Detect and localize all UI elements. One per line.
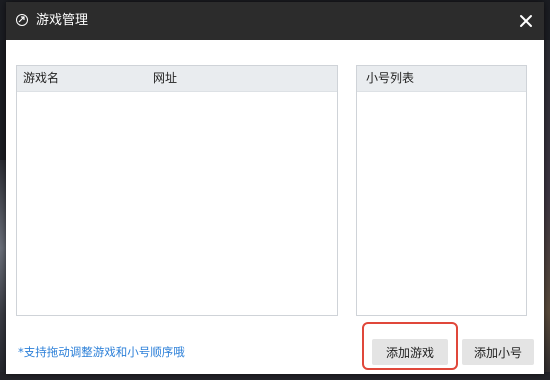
column-header-game-name[interactable]: 游戏名 [23,71,59,86]
game-management-dialog: 游戏管理 游戏名 网址 小号列表 *支持拖动调整游戏和小号顺序哦 添加游戏 添加… [6,2,544,374]
close-icon [520,15,532,27]
add-account-button[interactable]: 添加小号 [462,339,534,365]
games-table[interactable]: 游戏名 网址 [16,65,338,316]
close-button[interactable] [516,11,536,31]
accounts-list[interactable]: 小号列表 [356,65,527,316]
column-header-accounts: 小号列表 [366,71,415,85]
column-header-url[interactable]: 网址 [153,71,177,86]
games-table-header: 游戏名 网址 [17,66,337,92]
accounts-list-header: 小号列表 [357,66,526,92]
dialog-title: 游戏管理 [36,13,89,28]
background-app-edge-right [543,40,550,380]
speed-icon [16,14,28,26]
drag-reorder-hint: *支持拖动调整游戏和小号顺序哦 [18,345,185,359]
add-game-button[interactable]: 添加游戏 [372,339,448,365]
dialog-titlebar[interactable]: 游戏管理 [6,2,544,40]
